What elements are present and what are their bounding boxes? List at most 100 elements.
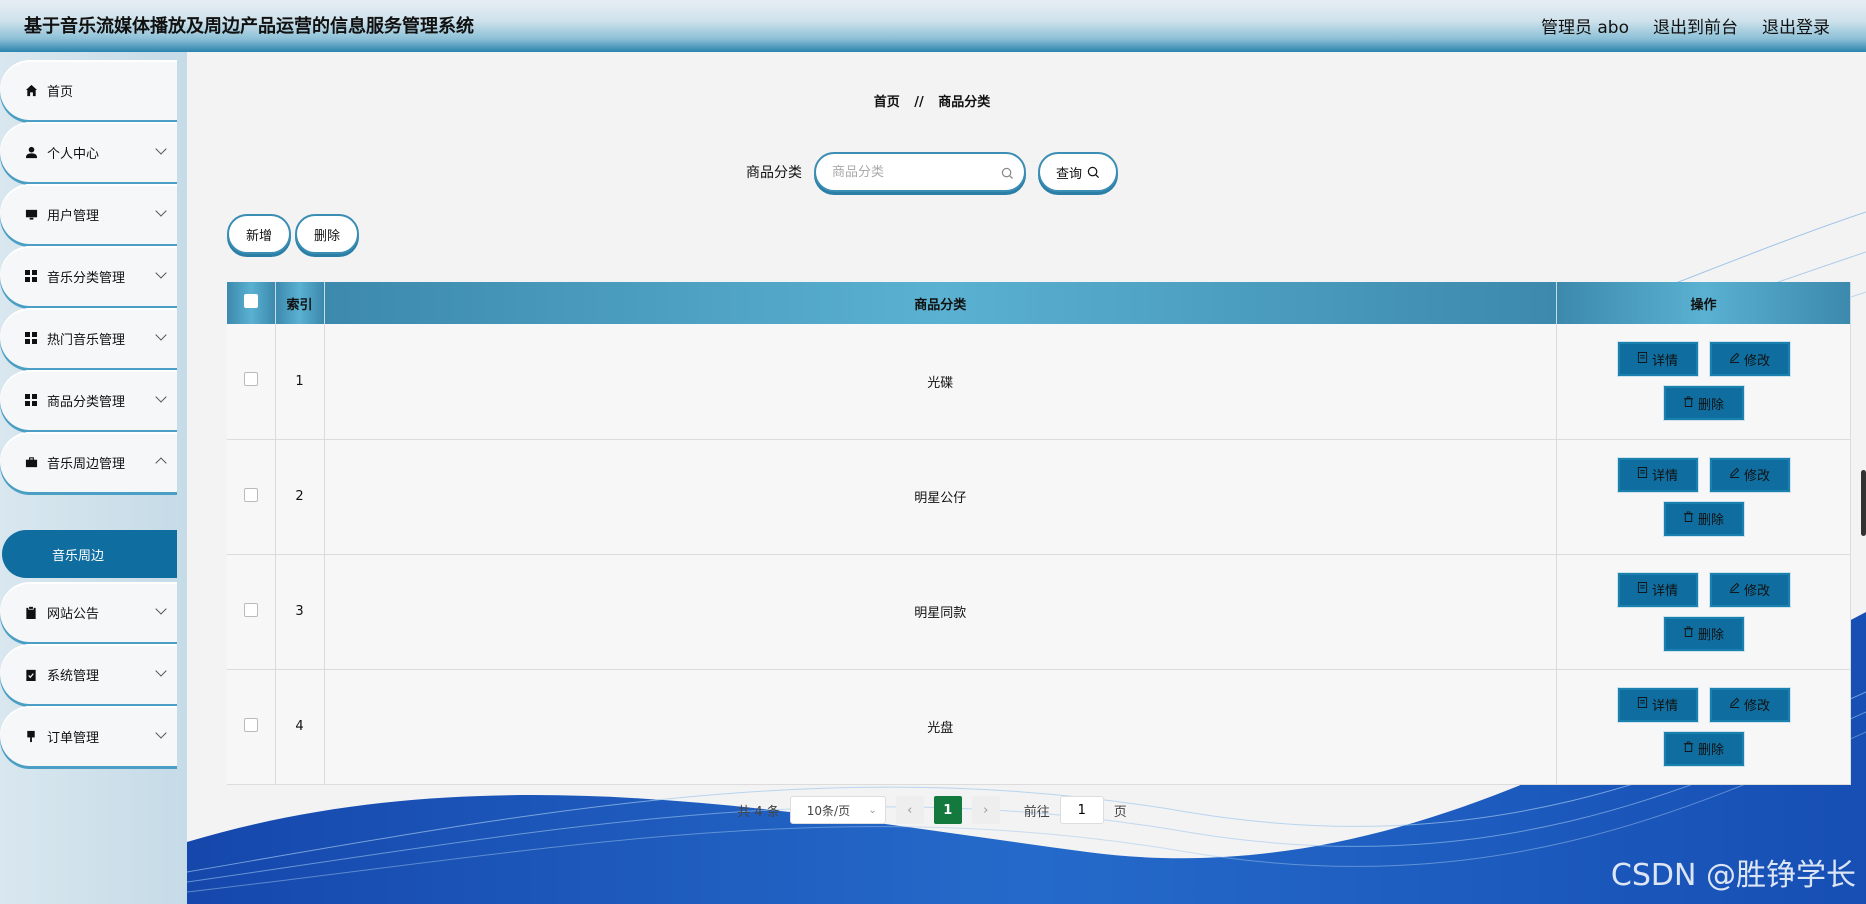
chevron-up-icon xyxy=(155,457,167,469)
search-bar: 商品分类 查询 xyxy=(187,152,1677,192)
sidebar-item-user-management[interactable]: 用户管理 xyxy=(0,184,177,244)
edit-label: 修改 xyxy=(1743,469,1770,484)
next-page-button[interactable]: › xyxy=(971,796,1000,824)
select-all-checkbox[interactable] xyxy=(243,294,258,308)
chevron-down-icon xyxy=(155,727,167,739)
logout-link[interactable]: 退出登录 xyxy=(1762,13,1830,38)
add-button[interactable]: 新增 xyxy=(227,214,291,254)
edit-button[interactable]: 修改 xyxy=(1708,571,1791,608)
row-category: 明星公仔 xyxy=(324,439,1557,555)
sidebar-item-music-category[interactable]: 音乐分类管理 xyxy=(0,246,177,306)
delete-label: 删除 xyxy=(1697,513,1724,528)
pagination: 共 4 条 10条/页 ⌄ ‹ 1 › 前往 页 xyxy=(187,796,1677,824)
delete-button[interactable]: 删除 xyxy=(1662,730,1745,767)
row-checkbox[interactable] xyxy=(243,487,258,502)
search-input[interactable] xyxy=(829,163,990,181)
chevron-down-icon xyxy=(155,267,167,279)
edit-icon xyxy=(1729,582,1740,597)
sidebar-item-label: 商品分类管理 xyxy=(47,394,126,410)
row-select-cell xyxy=(227,439,276,555)
sidebar-item-music-merch[interactable]: 音乐周边管理 xyxy=(0,432,177,492)
search-button[interactable]: 查询 xyxy=(1037,152,1118,192)
home-icon xyxy=(24,83,38,97)
detail-button[interactable]: 详情 xyxy=(1616,686,1699,723)
prev-page-button[interactable]: ‹ xyxy=(895,796,924,824)
delete-button[interactable]: 删除 xyxy=(1662,500,1745,537)
row-category: 光盘 xyxy=(324,669,1557,785)
edit-button[interactable]: 修改 xyxy=(1708,341,1791,378)
breadcrumb-home[interactable]: 首页 xyxy=(874,95,900,110)
row-index: 3 xyxy=(275,554,325,670)
search-label: 商品分类 xyxy=(745,165,802,181)
row-checkbox[interactable] xyxy=(243,717,258,732)
chevron-down-icon xyxy=(155,143,167,155)
detail-label: 详情 xyxy=(1651,584,1678,599)
user-icon xyxy=(24,145,38,159)
sidebar: 首页 个人中心 用户管理 音乐分类管理 热门音乐管理 商品分类管理 音乐周边管理… xyxy=(0,52,187,904)
sidebar-subitem-label: 音乐周边 xyxy=(52,548,105,564)
clipboard-check-icon xyxy=(24,667,38,681)
page-size-select[interactable]: 10条/页 ⌄ xyxy=(789,796,886,824)
detail-label: 详情 xyxy=(1651,699,1678,714)
edit-button[interactable]: 修改 xyxy=(1708,456,1791,493)
sidebar-item-home[interactable]: 首页 xyxy=(0,60,177,120)
document-icon xyxy=(1637,351,1648,367)
breadcrumb: 首页 // 商品分类 xyxy=(187,91,1677,110)
delete-button[interactable]: 删除 xyxy=(1662,385,1745,422)
clipboard-icon xyxy=(24,605,38,619)
sidebar-item-personal-center[interactable]: 个人中心 xyxy=(0,122,177,182)
row-checkbox[interactable] xyxy=(243,372,258,387)
row-ops: 详情 修改 删除 xyxy=(1556,439,1851,555)
delete-button[interactable]: 删除 xyxy=(1662,615,1745,652)
scrollbar-thumb[interactable] xyxy=(1861,470,1866,536)
delete-label: 删除 xyxy=(1697,743,1724,758)
detail-label: 详情 xyxy=(1651,353,1678,369)
trash-icon xyxy=(1683,741,1694,756)
back-to-front-link[interactable]: 退出到前台 xyxy=(1653,13,1738,38)
table-row: 2 明星公仔 详情 修改 删除 xyxy=(227,439,1851,555)
goto-suffix: 页 xyxy=(1113,804,1127,820)
sidebar-item-label: 热门音乐管理 xyxy=(47,332,126,348)
sidebar-item-label: 音乐分类管理 xyxy=(47,270,126,286)
sidebar-subitem-music-merch[interactable]: 音乐周边 xyxy=(2,530,177,578)
edit-label: 修改 xyxy=(1743,353,1770,369)
row-checkbox[interactable] xyxy=(243,602,258,617)
row-category: 明星同款 xyxy=(324,554,1557,670)
page-size-value: 10条/页 xyxy=(806,803,851,818)
chevron-down-icon xyxy=(155,205,167,217)
column-header-ops: 操作 xyxy=(1556,282,1851,324)
batch-delete-button[interactable]: 删除 xyxy=(295,214,359,254)
watermark-text: CSDN @胜铮学长 xyxy=(1610,858,1856,893)
sidebar-item-label: 订单管理 xyxy=(47,730,100,746)
grid-icon xyxy=(24,269,38,283)
detail-button[interactable]: 详情 xyxy=(1616,456,1699,493)
document-icon xyxy=(1637,697,1648,712)
column-header-category: 商品分类 xyxy=(324,282,1557,324)
main-content: 首页 // 商品分类 商品分类 查询 新增 删除 索引 xyxy=(187,52,1866,904)
row-ops: 详情 修改 删除 xyxy=(1556,554,1851,670)
sidebar-item-orders[interactable]: 订单管理 xyxy=(0,706,177,766)
sidebar-item-product-category[interactable]: 商品分类管理 xyxy=(0,370,177,430)
category-table: 索引 商品分类 操作 1 光碟 详情 修改 删除 2 明星公仔 详情 修改 删除… xyxy=(227,282,1851,785)
goto-page-input[interactable] xyxy=(1059,796,1104,824)
table-header-row: 索引 商品分类 操作 xyxy=(227,282,1851,324)
edit-icon xyxy=(1729,352,1740,367)
chevron-down-icon xyxy=(155,391,167,403)
sidebar-item-system[interactable]: 系统管理 xyxy=(0,644,177,704)
monitor-icon xyxy=(24,207,38,221)
sidebar-item-announcement[interactable]: 网站公告 xyxy=(0,582,177,642)
edit-label: 修改 xyxy=(1743,699,1770,714)
sidebar-item-hot-music[interactable]: 热门音乐管理 xyxy=(0,308,177,368)
detail-button[interactable]: 详情 xyxy=(1616,571,1699,608)
delete-label: 删除 xyxy=(1697,628,1724,643)
top-right-links: 管理员 abo 退出到前台 退出登录 xyxy=(1541,13,1830,38)
action-buttons: 新增 删除 xyxy=(227,214,359,254)
top-bar: 基于音乐流媒体播放及周边产品运营的信息服务管理系统 管理员 abo 退出到前台 … xyxy=(0,0,1866,52)
column-header-index: 索引 xyxy=(275,282,325,324)
search-icon xyxy=(1001,165,1014,184)
grid-icon xyxy=(24,331,38,345)
detail-button[interactable]: 详情 xyxy=(1616,341,1699,378)
edit-button[interactable]: 修改 xyxy=(1708,686,1791,723)
page-number-current[interactable]: 1 xyxy=(933,796,962,824)
trash-icon xyxy=(1683,626,1694,641)
